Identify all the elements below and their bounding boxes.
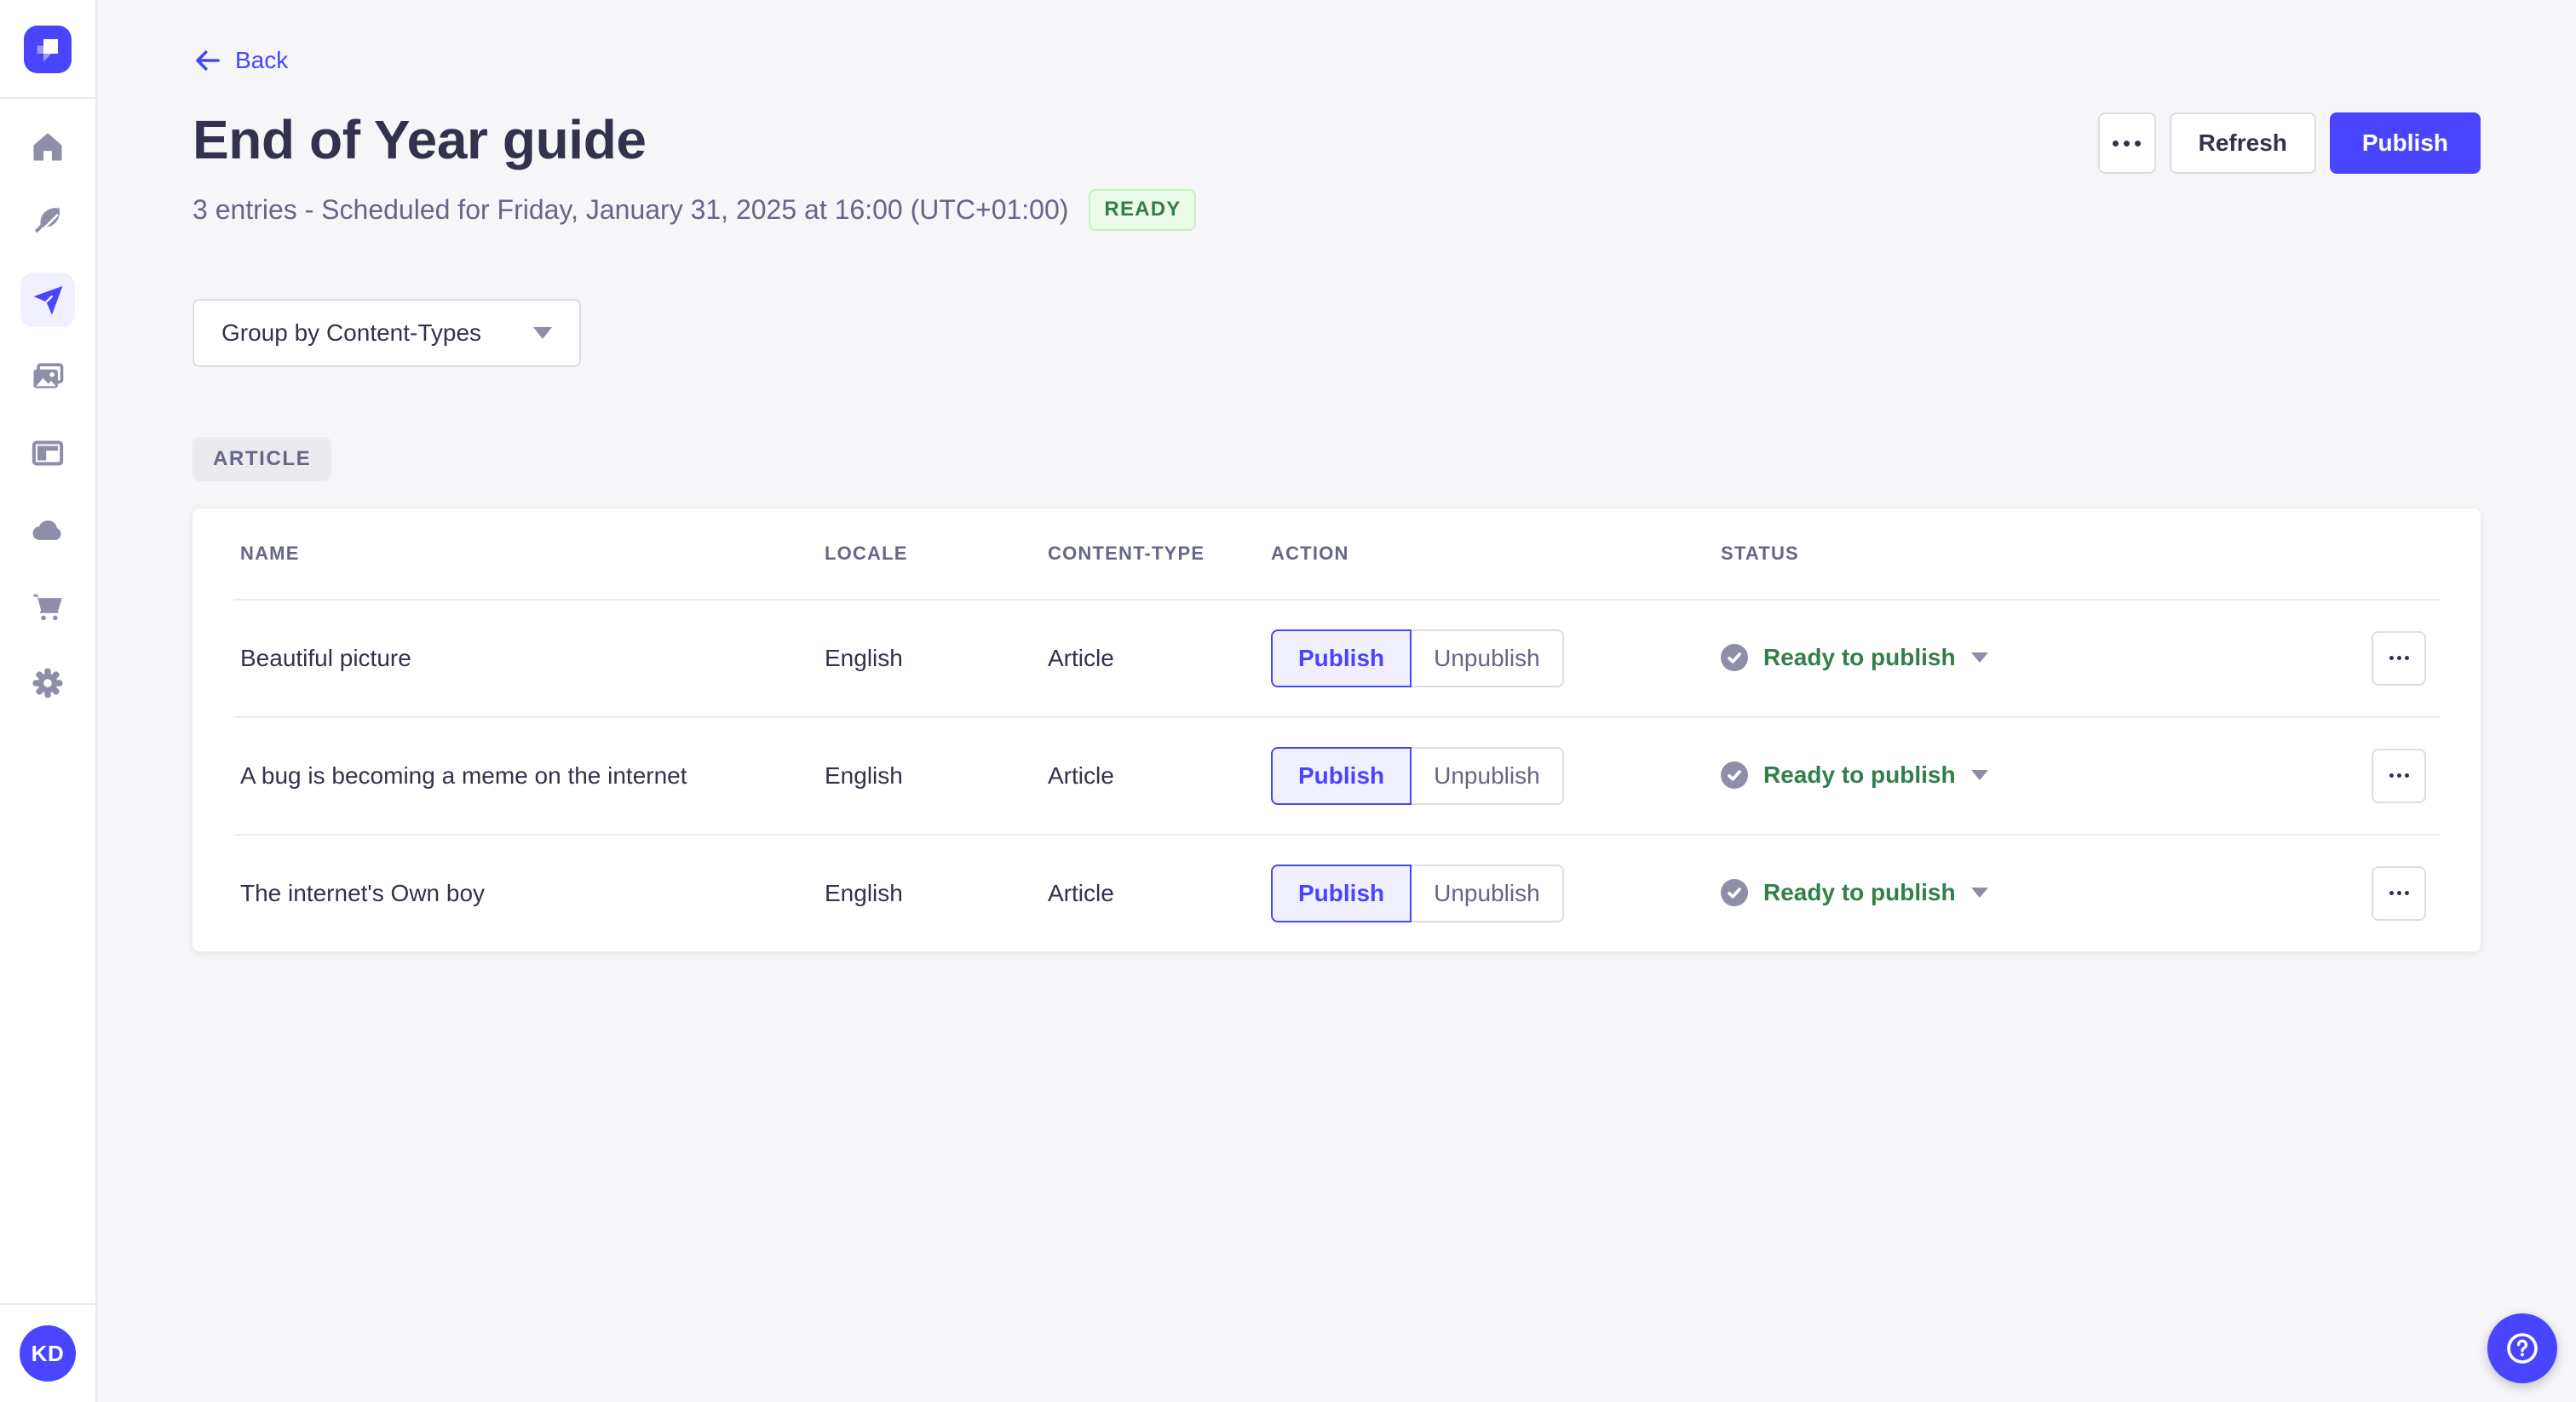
- check-icon: [1721, 879, 1748, 907]
- table-row: The internet's Own boy English Article P…: [193, 836, 2481, 951]
- refresh-button[interactable]: Refresh: [2169, 112, 2316, 174]
- sidebar-item-releases[interactable]: [20, 273, 75, 327]
- feather-icon: [34, 206, 61, 233]
- release-subtitle: 3 entries - Scheduled for Friday, Januar…: [193, 193, 1069, 225]
- chevron-down-icon: [1970, 770, 1988, 781]
- table-row: Beautiful picture English Article Publis…: [193, 600, 2481, 716]
- action-toggle: Publish Unpublish: [1271, 864, 1564, 922]
- entry-status-dropdown[interactable]: Ready to publish: [1721, 761, 1988, 790]
- gear-icon: [32, 668, 63, 698]
- ellipsis-icon: [2389, 891, 2394, 896]
- column-header-name: NAME: [240, 542, 300, 564]
- chevron-down-icon: [533, 326, 552, 339]
- sidebar: KD: [0, 0, 97, 1402]
- paper-plane-icon: [33, 285, 63, 315]
- column-header-action: ACTION: [1271, 542, 1349, 564]
- layout-icon: [32, 440, 64, 466]
- sidebar-item-content-manager[interactable]: [20, 196, 75, 250]
- entry-content-type: Article: [1048, 644, 1114, 671]
- header-actions: Refresh Publish: [2097, 112, 2481, 174]
- content-type-group-badge: ARTICLE: [193, 436, 332, 481]
- entry-content-type: Article: [1048, 879, 1114, 906]
- status-label: Ready to publish: [1763, 761, 1956, 789]
- unpublish-action-button[interactable]: Unpublish: [1412, 864, 1564, 922]
- back-link[interactable]: Back: [193, 46, 288, 75]
- entry-locale: English: [825, 644, 903, 671]
- table-row: A bug is becoming a meme on the internet…: [193, 718, 2481, 834]
- app-root: KD Back End of Year guide Refresh Publis…: [0, 0, 2576, 1402]
- strapi-logo[interactable]: [24, 26, 72, 73]
- user-avatar[interactable]: KD: [20, 1325, 76, 1382]
- row-more-button[interactable]: [2372, 865, 2426, 921]
- entries-table-card: NAME LOCALE CONTENT-TYPE ACTION STATUS B…: [193, 508, 2481, 951]
- column-header-locale: LOCALE: [825, 542, 908, 564]
- cart-icon: [33, 594, 62, 621]
- entry-locale: English: [825, 879, 903, 906]
- ellipsis-icon: [2389, 773, 2394, 779]
- home-icon: [33, 133, 62, 161]
- media-icon: [33, 363, 64, 388]
- action-toggle: Publish Unpublish: [1271, 746, 1564, 805]
- group-by-label: Group by Content-Types: [221, 319, 482, 346]
- release-meta: 3 entries - Scheduled for Friday, Januar…: [193, 189, 2481, 231]
- entry-name: The internet's Own boy: [240, 879, 486, 906]
- page-header: End of Year guide Refresh Publish: [193, 106, 2481, 174]
- sidebar-item-marketplace[interactable]: [20, 579, 75, 634]
- entry-status-dropdown[interactable]: Ready to publish: [1721, 879, 1988, 907]
- ellipsis-icon: [2113, 140, 2119, 147]
- ellipsis-icon: [2389, 656, 2394, 661]
- check-icon: [1721, 761, 1748, 790]
- sidebar-item-media-library[interactable]: [20, 349, 75, 404]
- publish-action-button[interactable]: Publish: [1271, 864, 1412, 922]
- sidebar-nav: [0, 119, 95, 733]
- table-header-row: NAME LOCALE CONTENT-TYPE ACTION STATUS: [193, 509, 2481, 599]
- column-header-status: STATUS: [1721, 542, 1799, 564]
- chevron-down-icon: [1970, 652, 1988, 664]
- main-content: Back End of Year guide Refresh Publish 3…: [97, 0, 2576, 1402]
- strapi-logo-icon: [24, 26, 72, 73]
- release-more-options-button[interactable]: [2097, 112, 2156, 174]
- sidebar-item-home[interactable]: [20, 119, 75, 174]
- entry-locale: English: [825, 761, 903, 789]
- back-label: Back: [235, 47, 289, 73]
- check-icon: [1721, 644, 1748, 672]
- sidebar-footer-divider: [0, 1303, 96, 1305]
- unpublish-action-button[interactable]: Unpublish: [1412, 629, 1564, 687]
- status-label: Ready to publish: [1763, 879, 1956, 906]
- question-icon: [2507, 1333, 2538, 1364]
- sidebar-divider: [0, 97, 96, 99]
- sidebar-item-cloud[interactable]: [20, 503, 75, 557]
- sidebar-footer: KD: [0, 1303, 96, 1402]
- sidebar-item-content-type-builder[interactable]: [20, 426, 75, 480]
- row-more-button[interactable]: [2372, 630, 2426, 686]
- publish-action-button[interactable]: Publish: [1271, 629, 1412, 687]
- entry-name: A bug is becoming a meme on the internet: [240, 761, 687, 789]
- chevron-down-icon: [1970, 888, 1988, 899]
- column-header-content-type: CONTENT-TYPE: [1048, 542, 1205, 564]
- release-status-badge: READY: [1089, 189, 1197, 231]
- help-button[interactable]: [2487, 1313, 2557, 1383]
- user-initials: KD: [31, 1340, 65, 1366]
- unpublish-action-button[interactable]: Unpublish: [1412, 746, 1564, 805]
- row-more-button[interactable]: [2372, 748, 2426, 803]
- entry-content-type: Article: [1048, 761, 1114, 789]
- status-label: Ready to publish: [1763, 644, 1956, 671]
- group-by-dropdown[interactable]: Group by Content-Types: [193, 298, 581, 367]
- sidebar-item-settings[interactable]: [20, 656, 75, 710]
- publish-release-button[interactable]: Publish: [2329, 112, 2481, 174]
- page-title: End of Year guide: [193, 109, 647, 170]
- arrow-left-icon: [196, 50, 220, 71]
- cloud-icon: [32, 520, 61, 540]
- publish-action-button[interactable]: Publish: [1271, 746, 1412, 805]
- entry-name: Beautiful picture: [240, 644, 411, 671]
- entry-status-dropdown[interactable]: Ready to publish: [1721, 644, 1988, 672]
- action-toggle: Publish Unpublish: [1271, 629, 1564, 687]
